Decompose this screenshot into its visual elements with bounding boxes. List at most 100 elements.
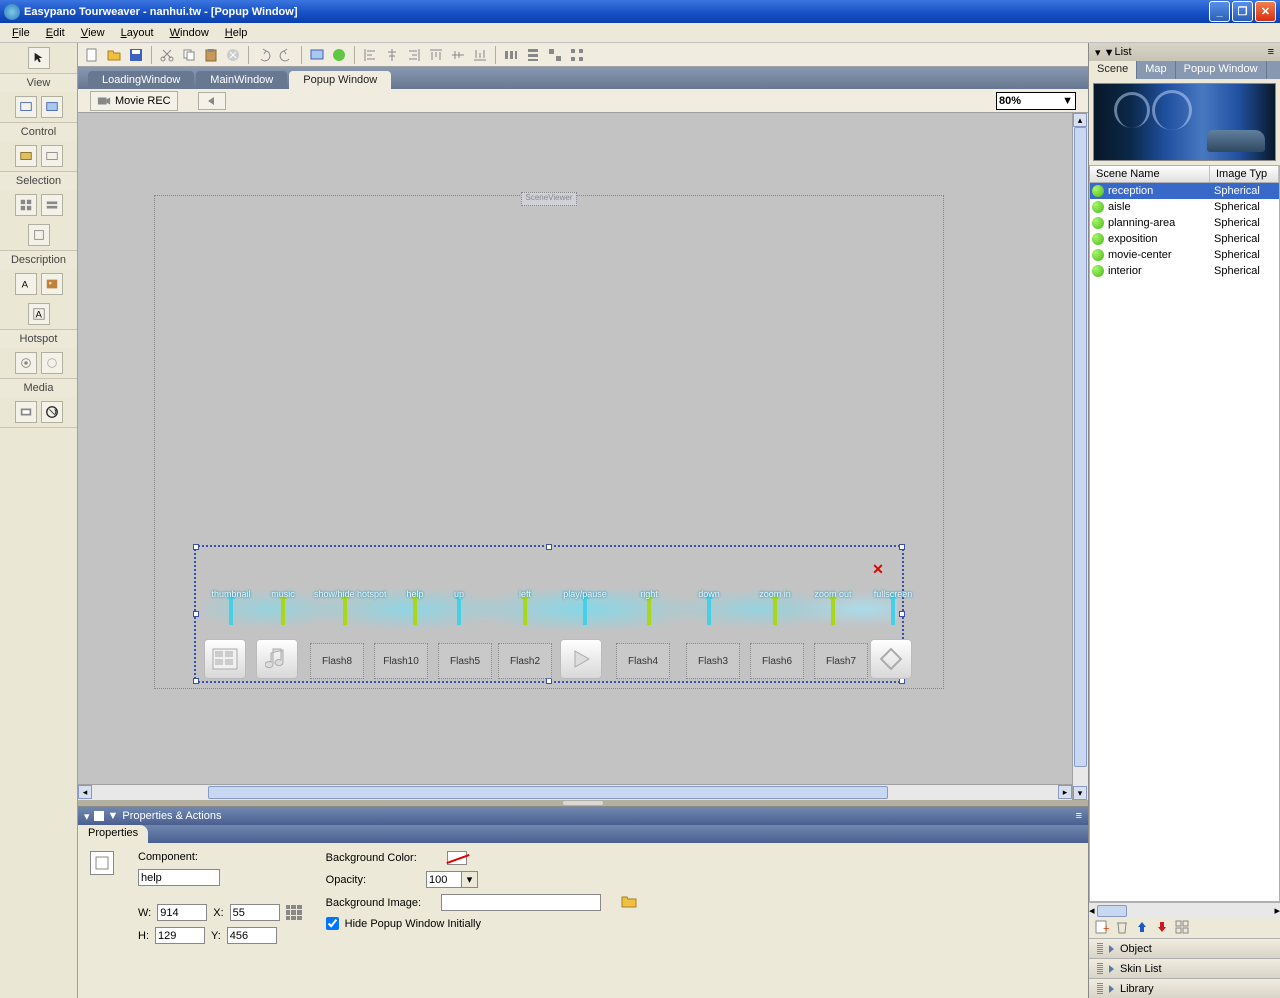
cut-icon[interactable] [157, 45, 177, 65]
view-tool-2[interactable] [41, 96, 63, 118]
scene-row-aisle[interactable]: aisleSpherical [1090, 199, 1279, 215]
delete-icon[interactable] [223, 45, 243, 65]
tab-mainwindow[interactable]: MainWindow [196, 71, 287, 89]
tab-loadingwindow[interactable]: LoadingWindow [88, 71, 194, 89]
music-cell[interactable] [256, 639, 298, 679]
arrow-tool[interactable] [28, 47, 50, 69]
flash-cell-flash4[interactable]: Flash4 [616, 643, 670, 679]
trash-icon[interactable] [1115, 920, 1129, 937]
right-hscroll[interactable]: ◂ ▸ [1089, 902, 1280, 918]
tab-scene[interactable]: Scene [1089, 61, 1137, 79]
save-icon[interactable] [126, 45, 146, 65]
textarea-tool[interactable]: A [28, 303, 50, 325]
minimize-button[interactable]: _ [1209, 1, 1230, 22]
selection-tool-3[interactable] [28, 224, 50, 246]
distribute-4-icon[interactable] [567, 45, 587, 65]
thumbnail-cell[interactable] [204, 639, 246, 679]
accordion-object[interactable]: Object [1089, 938, 1280, 958]
flash-cell-flash5[interactable]: Flash5 [438, 643, 492, 679]
align-center-h-icon[interactable] [382, 45, 402, 65]
close-button[interactable]: ✕ [1255, 1, 1276, 22]
copy-icon[interactable] [179, 45, 199, 65]
scene-row-interior[interactable]: interiorSpherical [1090, 263, 1279, 279]
open-icon[interactable] [104, 45, 124, 65]
distribute-2-icon[interactable] [523, 45, 543, 65]
control-tool-1[interactable] [15, 145, 37, 167]
properties-tab[interactable]: Properties [78, 825, 148, 843]
popup-selection[interactable]: ✕ thumbnailmusicshow/hide hotspothelpupl… [194, 545, 904, 683]
canvas[interactable]: SceneViewer ✕ thumbnailmusicshow/hide ho… [78, 113, 1088, 800]
tab-popup[interactable]: Popup Window [1176, 61, 1267, 79]
view-tool-1[interactable] [15, 96, 37, 118]
splitter[interactable] [78, 800, 1088, 806]
h-input[interactable] [155, 927, 205, 944]
properties-header[interactable]: ▾▼ Properties & Actions ≡ [78, 807, 1088, 825]
maximize-button[interactable]: ❐ [1232, 1, 1253, 22]
movie-rec-button[interactable]: Movie REC [90, 91, 178, 111]
menu-edit[interactable]: Edit [38, 25, 73, 41]
selection-tool-1[interactable] [15, 194, 37, 216]
bgcolor-swatch[interactable] [447, 851, 467, 865]
col-image-type[interactable]: Image Typ [1210, 166, 1279, 182]
flash-cell-flash8[interactable]: Flash8 [310, 643, 364, 679]
bgimage-browse-icon[interactable] [621, 894, 637, 911]
hotspot-tool-2[interactable] [41, 352, 63, 374]
preview-icon[interactable] [307, 45, 327, 65]
tab-popupwindow[interactable]: Popup Window [289, 71, 391, 89]
v-scrollbar[interactable]: ▴ ▾ [1072, 113, 1088, 800]
align-left-icon[interactable] [360, 45, 380, 65]
paste-icon[interactable] [201, 45, 221, 65]
zoom-select[interactable]: 80%▼ [996, 92, 1076, 110]
w-input[interactable] [157, 904, 207, 921]
text-tool[interactable]: A [15, 273, 37, 295]
play-cell[interactable] [560, 639, 602, 679]
add-icon[interactable]: + [1095, 920, 1109, 937]
fullscreen-cell[interactable] [870, 639, 912, 679]
align-right-icon[interactable] [404, 45, 424, 65]
control-tool-2[interactable] [41, 145, 63, 167]
menu-view[interactable]: View [73, 25, 113, 41]
back-button[interactable] [198, 92, 226, 110]
align-top-icon[interactable] [426, 45, 446, 65]
selection-tool-2[interactable] [41, 194, 63, 216]
distribute-1-icon[interactable] [501, 45, 521, 65]
scene-row-planning-area[interactable]: planning-areaSpherical [1090, 215, 1279, 231]
down-arrow-icon[interactable] [1155, 920, 1169, 937]
h-scrollbar[interactable]: ◂ ▸ [78, 784, 1072, 800]
component-input[interactable] [138, 869, 220, 886]
up-arrow-icon[interactable] [1135, 920, 1149, 937]
arrange-icon[interactable] [1175, 920, 1189, 937]
close-x-icon[interactable]: ✕ [870, 561, 886, 577]
redo-icon[interactable] [276, 45, 296, 65]
flash-cell-flash6[interactable]: Flash6 [750, 643, 804, 679]
hide-checkbox[interactable] [326, 917, 339, 930]
align-bottom-icon[interactable] [470, 45, 490, 65]
opacity-dropdown[interactable]: ▾ [462, 871, 478, 888]
tab-map[interactable]: Map [1137, 61, 1175, 79]
image-tool[interactable] [41, 273, 63, 295]
flash-cell-flash7[interactable]: Flash7 [814, 643, 868, 679]
media-tool-2[interactable] [41, 401, 63, 423]
scene-row-movie-center[interactable]: movie-centerSpherical [1090, 247, 1279, 263]
y-input[interactable] [227, 927, 277, 944]
hotspot-tool-1[interactable] [15, 352, 37, 374]
menu-help[interactable]: Help [217, 25, 256, 41]
scene-row-exposition[interactable]: expositionSpherical [1090, 231, 1279, 247]
flash-cell-flash2[interactable]: Flash2 [498, 643, 552, 679]
distribute-3-icon[interactable] [545, 45, 565, 65]
menu-layout[interactable]: Layout [113, 25, 162, 41]
bgimage-input[interactable] [441, 894, 601, 911]
list-panel-header[interactable]: ▾ ▼ List ≡ [1089, 43, 1280, 61]
flash-cell-flash10[interactable]: Flash10 [374, 643, 428, 679]
publish-icon[interactable] [329, 45, 349, 65]
scene-list[interactable]: receptionSphericalaisleSphericalplanning… [1089, 183, 1280, 902]
scene-row-reception[interactable]: receptionSpherical [1090, 183, 1279, 199]
x-input[interactable] [230, 904, 280, 921]
col-scene-name[interactable]: Scene Name [1090, 166, 1210, 182]
media-tool-1[interactable] [15, 401, 37, 423]
accordion-library[interactable]: Library [1089, 978, 1280, 998]
undo-icon[interactable] [254, 45, 274, 65]
menu-window[interactable]: Window [162, 25, 217, 41]
menu-file[interactable]: File [4, 25, 38, 41]
opacity-input[interactable] [426, 871, 462, 888]
